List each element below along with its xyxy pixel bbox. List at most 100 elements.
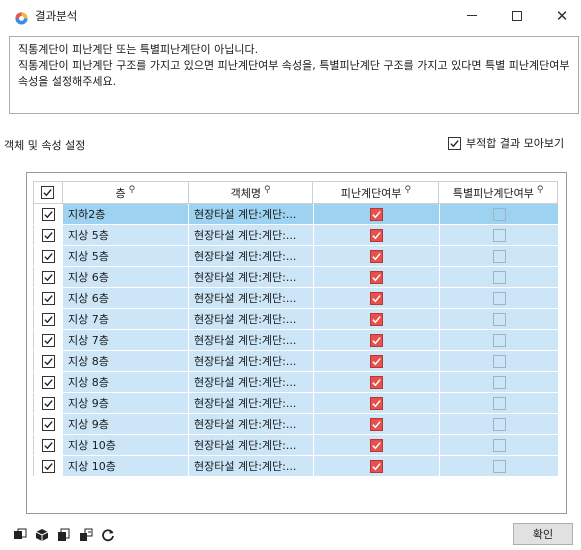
row-select-cell[interactable] (33, 414, 62, 434)
floor-cell[interactable]: 지상 7층 (62, 330, 188, 350)
special-evac-stair-checkbox[interactable] (492, 375, 506, 389)
object-name-cell[interactable]: 현장타설 계단:계단:... (188, 309, 313, 329)
row-select-cell[interactable] (33, 351, 62, 371)
object-name-cell[interactable]: 현장타설 계단:계단:... (188, 225, 313, 245)
row-select-cell[interactable] (33, 267, 62, 287)
table-row[interactable]: 지상 5층 현장타설 계단:계단:... (33, 225, 558, 246)
evac-stair-checkbox[interactable] (370, 207, 383, 221)
header-select-all[interactable] (33, 182, 62, 203)
row-checkbox[interactable] (41, 270, 55, 284)
row-select-cell[interactable] (33, 393, 62, 413)
evac-stair-checkbox[interactable] (370, 375, 383, 389)
filter-pin-icon[interactable]: ⚲ (404, 185, 411, 195)
evac-stair-checkbox[interactable] (370, 333, 383, 347)
table-row[interactable]: 지상 8층 현장타설 계단:계단:... (33, 351, 558, 372)
object-name-cell[interactable]: 현장타설 계단:계단:... (188, 267, 313, 287)
row-select-cell[interactable] (33, 225, 62, 245)
row-select-cell[interactable] (33, 330, 62, 350)
floor-cell[interactable]: 지상 6층 (62, 267, 188, 287)
row-select-cell[interactable] (33, 435, 62, 455)
row-select-cell[interactable] (33, 456, 62, 476)
merge-view-option[interactable]: 부적합 결과 모아보기 (448, 135, 564, 151)
row-checkbox[interactable] (41, 396, 55, 410)
table-row[interactable]: 지상 9층 현장타설 계단:계단:... (33, 414, 558, 435)
object-name-cell[interactable]: 현장타설 계단:계단:... (188, 330, 313, 350)
evac-stair-checkbox[interactable] (370, 228, 383, 242)
table-row[interactable]: 지상 7층 현장타설 계단:계단:... (33, 330, 558, 351)
special-evac-stair-checkbox[interactable] (492, 333, 506, 347)
copy-icon[interactable] (56, 527, 72, 543)
row-select-cell[interactable] (33, 372, 62, 392)
special-evac-stair-checkbox[interactable] (492, 207, 506, 221)
row-checkbox[interactable] (41, 459, 55, 473)
evac-stair-checkbox[interactable] (370, 396, 383, 410)
special-evac-stair-checkbox[interactable] (492, 270, 506, 284)
row-select-cell[interactable] (33, 309, 62, 329)
special-evac-stair-checkbox[interactable] (492, 417, 506, 431)
floor-cell[interactable]: 지상 5층 (62, 246, 188, 266)
object-name-cell[interactable]: 현장타설 계단:계단:... (188, 393, 313, 413)
object-name-cell[interactable]: 현장타설 계단:계단:... (188, 351, 313, 371)
floor-cell[interactable]: 지상 10층 (62, 456, 188, 476)
special-evac-stair-checkbox[interactable] (492, 438, 506, 452)
row-checkbox[interactable] (41, 375, 55, 389)
table-row[interactable]: 지상 6층 현장타설 계단:계단:... (33, 288, 558, 309)
select-all-checkbox[interactable] (41, 186, 55, 199)
ok-button[interactable]: 확인 (513, 523, 573, 545)
column-header-object[interactable]: 객체명 ⚲ (187, 182, 313, 203)
close-button[interactable]: ✕ (540, 0, 581, 31)
evac-stair-checkbox[interactable] (370, 270, 383, 284)
row-checkbox[interactable] (41, 417, 55, 431)
floor-cell[interactable]: 지하2층 (62, 204, 188, 224)
row-select-cell[interactable] (33, 246, 62, 266)
column-header-special[interactable]: 특별피난계단여부 ⚲ (438, 182, 558, 203)
special-evac-stair-checkbox[interactable] (492, 312, 506, 326)
row-select-cell[interactable] (33, 204, 62, 224)
table-row[interactable]: 지상 6층 현장타설 계단:계단:... (33, 267, 558, 288)
floor-cell[interactable]: 지상 9층 (62, 414, 188, 434)
evac-stair-checkbox[interactable] (370, 354, 383, 368)
object-name-cell[interactable]: 현장타설 계단:계단:... (188, 435, 313, 455)
cube-icon[interactable] (34, 527, 50, 543)
table-row[interactable]: 지상 7층 현장타설 계단:계단:... (33, 309, 558, 330)
object-name-cell[interactable]: 현장타설 계단:계단:... (188, 372, 313, 392)
row-checkbox[interactable] (41, 333, 55, 347)
floor-cell[interactable]: 지상 6층 (62, 288, 188, 308)
merge-view-checkbox[interactable] (448, 136, 461, 150)
object-name-cell[interactable]: 현장타설 계단:계단:... (188, 414, 313, 434)
special-evac-stair-checkbox[interactable] (492, 249, 506, 263)
row-checkbox[interactable] (41, 228, 55, 242)
table-row[interactable]: 지상 10층 현장타설 계단:계단:... (33, 435, 558, 456)
row-checkbox[interactable] (41, 249, 55, 263)
object-name-cell[interactable]: 현장타설 계단:계단:... (188, 288, 313, 308)
special-evac-stair-checkbox[interactable] (492, 228, 506, 242)
floor-cell[interactable]: 지상 5층 (62, 225, 188, 245)
evac-stair-checkbox[interactable] (370, 459, 383, 473)
row-checkbox[interactable] (41, 291, 55, 305)
filter-pin-icon[interactable]: ⚲ (264, 185, 271, 195)
evac-stair-checkbox[interactable] (370, 291, 383, 305)
floor-cell[interactable]: 지상 7층 (62, 309, 188, 329)
column-header-floor[interactable]: 층 ⚲ (61, 182, 188, 203)
filter-pin-icon[interactable]: ⚲ (129, 185, 136, 195)
special-evac-stair-checkbox[interactable] (492, 354, 506, 368)
special-evac-stair-checkbox[interactable] (492, 459, 506, 473)
title-bar[interactable]: 결과분석 ✕ (0, 0, 581, 31)
table-row[interactable]: 지상 5층 현장타설 계단:계단:... (33, 246, 558, 267)
special-evac-stair-checkbox[interactable] (492, 291, 506, 305)
special-evac-stair-checkbox[interactable] (492, 396, 506, 410)
refresh-icon[interactable] (100, 527, 116, 543)
column-header-evac[interactable]: 피난계단여부 ⚲ (312, 182, 439, 203)
floor-cell[interactable]: 지상 10층 (62, 435, 188, 455)
minimize-button[interactable] (450, 0, 494, 31)
table-row[interactable]: 지상 10층 현장타설 계단:계단:... (33, 456, 558, 477)
object-name-cell[interactable]: 현장타설 계단:계단:... (188, 456, 313, 476)
row-checkbox[interactable] (41, 312, 55, 326)
select-object-icon[interactable] (12, 527, 28, 543)
evac-stair-checkbox[interactable] (370, 249, 383, 263)
floor-cell[interactable]: 지상 8층 (62, 372, 188, 392)
floor-cell[interactable]: 지상 9층 (62, 393, 188, 413)
row-checkbox[interactable] (41, 207, 55, 221)
filter-pin-icon[interactable]: ⚲ (537, 185, 544, 195)
evac-stair-checkbox[interactable] (370, 417, 383, 431)
